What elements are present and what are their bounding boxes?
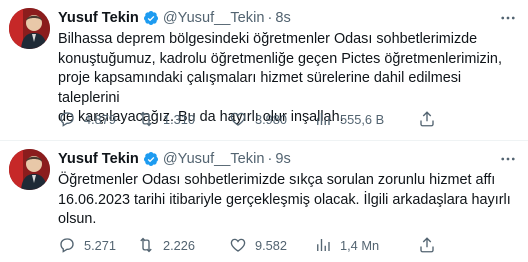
more-icon[interactable] — [498, 149, 518, 169]
reply-button[interactable]: 5.271 — [58, 236, 116, 254]
share-icon — [418, 236, 436, 254]
like-button[interactable]: 3.980 — [229, 110, 287, 128]
timestamp[interactable]: 9s — [275, 151, 290, 167]
separator-dot: · — [267, 10, 273, 26]
tweet-actions: 4.879 1.310 3.980 555,6 B — [58, 109, 458, 129]
tweet[interactable]: Yusuf Tekin @Yusuf__Tekin · 8s Bilhassa … — [0, 0, 528, 141]
author-handle[interactable]: @Yusuf__Tekin — [163, 151, 265, 167]
retweet-button[interactable]: 1.310 — [137, 110, 195, 128]
like-icon — [229, 110, 247, 128]
reply-icon — [58, 236, 76, 254]
views-count: 555,6 B — [340, 111, 385, 127]
separator-dot: · — [267, 151, 273, 167]
timestamp[interactable]: 8s — [275, 10, 290, 26]
avatar[interactable] — [9, 149, 50, 190]
retweet-icon — [137, 110, 155, 128]
views-icon — [314, 236, 332, 254]
author-name[interactable]: Yusuf Tekin — [58, 151, 139, 167]
like-count: 9.582 — [255, 237, 288, 253]
tweet-actions: 5.271 2.226 9.582 1,4 Mn — [58, 235, 458, 255]
more-icon[interactable] — [498, 8, 518, 28]
reply-count: 5.271 — [84, 237, 117, 253]
tweet-text: Öğretmenler Odası sohbetlerimizde sıkça … — [58, 172, 511, 227]
author-handle[interactable]: @Yusuf__Tekin — [163, 10, 265, 26]
tweet[interactable]: Yusuf Tekin @Yusuf__Tekin · 9s Öğretmenl… — [0, 141, 528, 262]
verified-badge-icon — [143, 151, 159, 167]
author-name[interactable]: Yusuf Tekin — [58, 10, 139, 26]
reply-icon — [58, 110, 76, 128]
retweet-icon — [137, 236, 155, 254]
tweet-header: Yusuf Tekin @Yusuf__Tekin · 9s — [58, 149, 520, 169]
views-button[interactable]: 555,6 B — [314, 110, 384, 128]
views-icon — [314, 110, 332, 128]
like-count: 3.980 — [255, 111, 288, 127]
views-button[interactable]: 1,4 Mn — [314, 236, 379, 254]
reply-button[interactable]: 4.879 — [58, 110, 116, 128]
reply-count: 4.879 — [84, 111, 117, 127]
retweet-count: 2.226 — [163, 237, 196, 253]
like-icon — [229, 236, 247, 254]
share-icon — [418, 110, 436, 128]
retweet-count: 1.310 — [163, 111, 196, 127]
share-button[interactable] — [418, 110, 436, 128]
share-button[interactable] — [418, 236, 436, 254]
like-button[interactable]: 9.582 — [229, 236, 287, 254]
retweet-button[interactable]: 2.226 — [137, 236, 195, 254]
avatar[interactable] — [9, 8, 50, 49]
tweet-header: Yusuf Tekin @Yusuf__Tekin · 8s — [58, 8, 520, 28]
verified-badge-icon — [143, 10, 159, 26]
views-count: 1,4 Mn — [340, 237, 380, 253]
